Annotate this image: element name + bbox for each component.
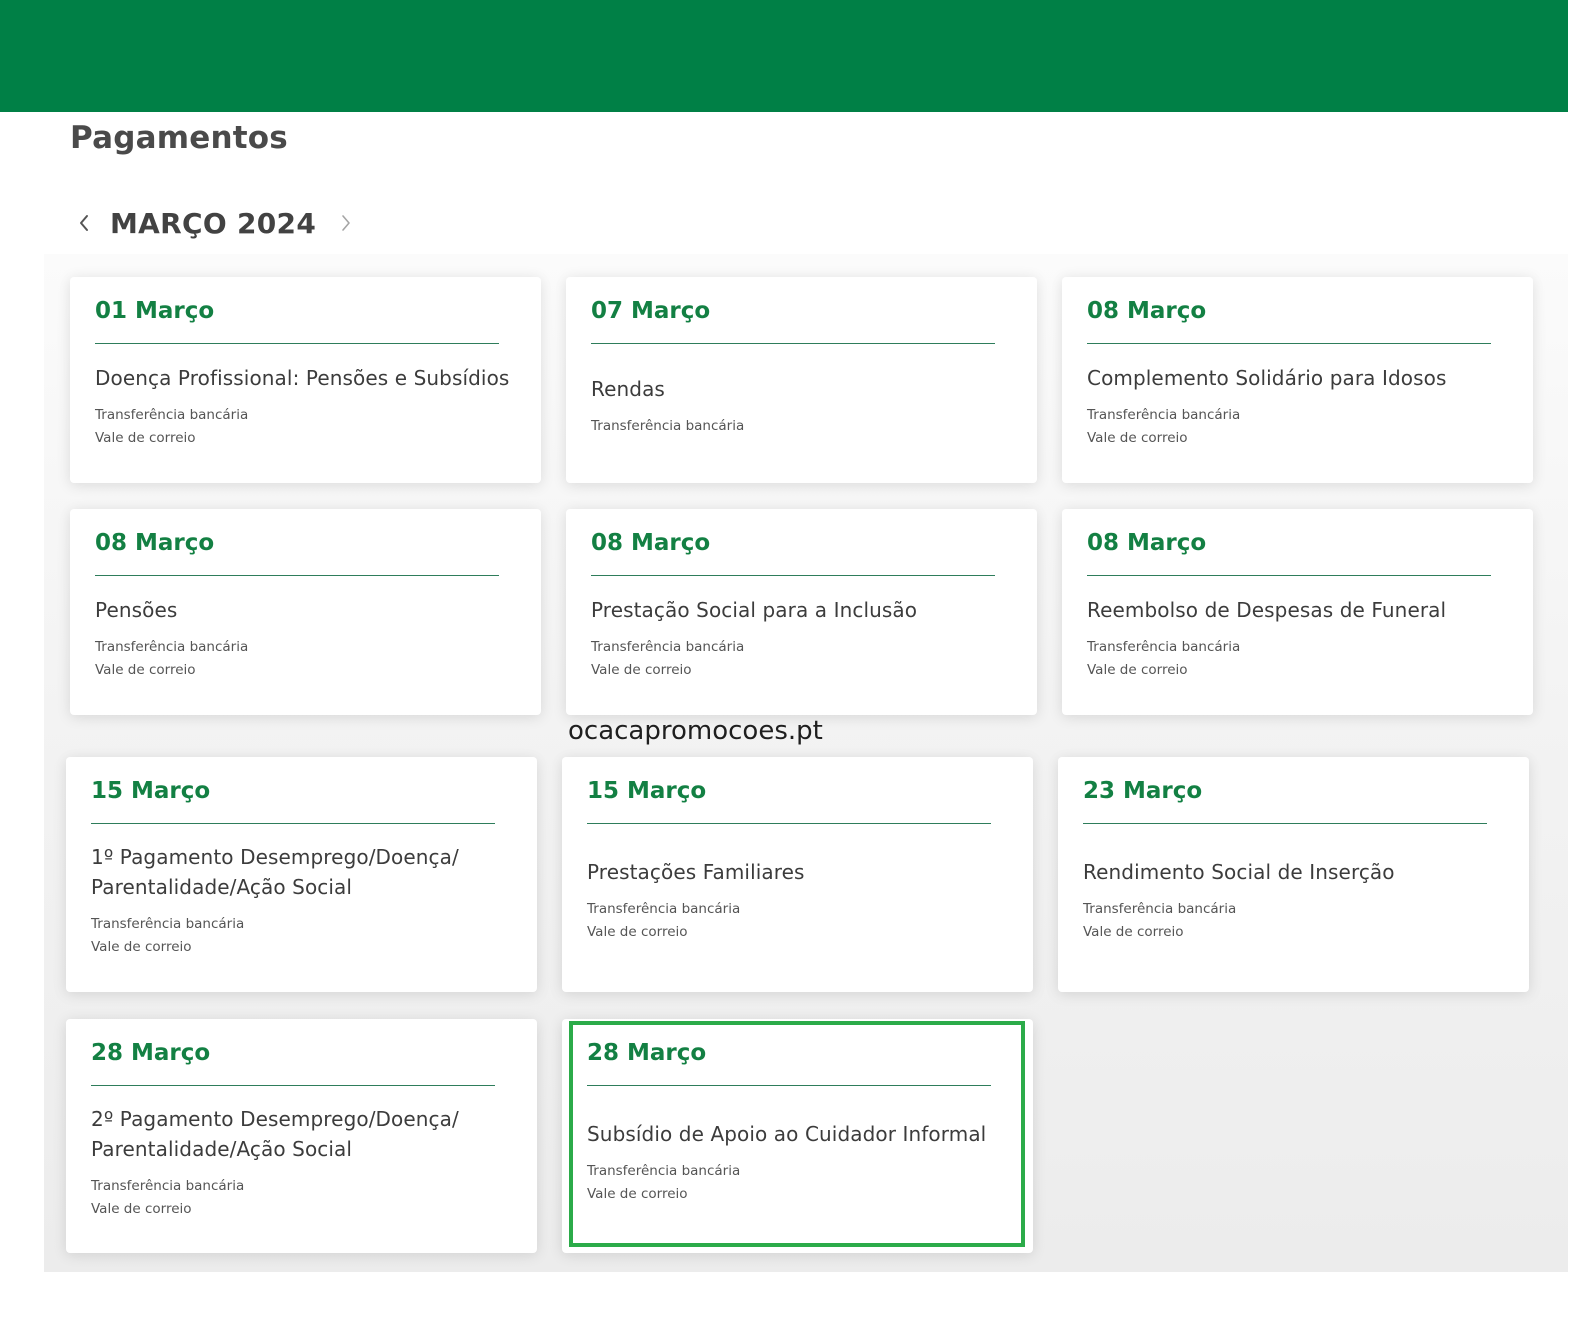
card-title-line: Subsídio de Apoio ao Cuidador Informal	[587, 1121, 987, 1146]
card-title-line: Pensões	[95, 597, 178, 622]
month-navigation: MARÇO 2024	[70, 200, 358, 246]
payment-method: Transferência bancária	[95, 406, 249, 423]
payment-method: Transferência bancária	[95, 638, 249, 655]
payment-card[interactable]: 28 Março 2º Pagamento Desemprego/Doença/…	[66, 1019, 537, 1253]
payment-card[interactable]: 08 Março Reembolso de Despesas de Funera…	[1062, 509, 1533, 715]
card-divider	[1083, 823, 1487, 824]
payment-methods: Transferência bancária Vale de correio	[1083, 898, 1509, 944]
card-date: 08 Março	[95, 530, 215, 556]
payment-card[interactable]: 15 Março Prestações Familiares Transferê…	[562, 757, 1033, 992]
card-divider	[587, 1085, 991, 1086]
card-date: 01 Março	[95, 298, 215, 324]
card-title: 1º Pagamento Desemprego/Doença/ Parental…	[91, 842, 517, 902]
payment-method: Transferência bancária	[587, 1162, 741, 1179]
payment-methods: Transferência bancária Vale de correio	[591, 636, 1017, 682]
card-date: 28 Março	[91, 1040, 211, 1066]
watermark-text: ocacapromocoes.pt	[568, 716, 823, 746]
card-title-line: Rendas	[591, 377, 665, 401]
card-title-line: Doença Profissional: Pensões e Subsídios	[95, 365, 510, 390]
payment-methods: Transferência bancária Vale de correio	[587, 1160, 1013, 1206]
payment-methods: Transferência bancária Vale de correio	[95, 404, 521, 450]
card-title-line: Parentalidade/Ação Social	[91, 1136, 353, 1161]
current-month-label: MARÇO 2024	[110, 206, 317, 240]
card-date: 15 Março	[587, 778, 707, 804]
card-divider	[1087, 575, 1491, 576]
card-divider	[91, 823, 495, 824]
payment-methods: Transferência bancária Vale de correio	[91, 1175, 517, 1221]
card-title: Doença Profissional: Pensões e Subsídios	[95, 363, 521, 393]
card-title-line: 2º Pagamento Desemprego/Doença/	[91, 1106, 459, 1131]
card-date: 07 Março	[591, 298, 711, 324]
payment-card[interactable]: 28 Março Subsídio de Apoio ao Cuidador I…	[562, 1019, 1033, 1253]
card-title: Prestações Familiares	[587, 857, 1013, 887]
card-title: Rendas	[591, 374, 1017, 404]
chevron-right-icon[interactable]	[334, 211, 358, 235]
payment-method: Transferência bancária	[1083, 901, 1237, 917]
payment-methods: Transferência bancária Vale de correio	[91, 913, 517, 959]
card-title-line: Reembolso de Despesas de Funeral	[1087, 597, 1447, 622]
payment-method: Vale de correio	[91, 939, 192, 955]
card-title: 2º Pagamento Desemprego/Doença/ Parental…	[91, 1104, 517, 1164]
card-title: Subsídio de Apoio ao Cuidador Informal	[587, 1119, 1013, 1149]
card-title: Rendimento Social de Inserção	[1083, 857, 1509, 887]
card-divider	[587, 823, 991, 824]
payment-method: Vale de correio	[1087, 661, 1188, 678]
payment-method: Transferência bancária	[587, 901, 741, 917]
payment-method: Vale de correio	[1083, 924, 1184, 940]
payment-card[interactable]: 15 Março 1º Pagamento Desemprego/Doença/…	[66, 757, 537, 992]
card-divider	[95, 575, 499, 576]
payment-card[interactable]: 08 Março Pensões Transferência bancária …	[70, 509, 541, 715]
card-title: Prestação Social para a Inclusão	[591, 595, 1017, 625]
payment-method: Vale de correio	[91, 1200, 192, 1217]
card-divider	[591, 343, 995, 344]
card-title-line: Prestações Familiares	[587, 860, 805, 884]
payment-method: Vale de correio	[587, 1185, 688, 1202]
payment-methods: Transferência bancária Vale de correio	[95, 636, 521, 682]
card-date: 08 Março	[591, 530, 711, 556]
card-date: 08 Março	[1087, 530, 1207, 556]
card-date: 15 Março	[91, 778, 211, 804]
payment-method: Transferência bancária	[591, 638, 745, 655]
payment-method: Transferência bancária	[1087, 638, 1241, 655]
chevron-left-icon[interactable]	[72, 211, 96, 235]
card-divider	[1087, 343, 1491, 344]
payment-method: Transferência bancária	[91, 1177, 245, 1194]
card-date: 08 Março	[1087, 298, 1207, 324]
card-title: Complemento Solidário para Idosos	[1087, 363, 1513, 393]
payment-card[interactable]: 07 Março Rendas Transferência bancária	[566, 277, 1037, 483]
card-title-line: Parentalidade/Ação Social	[91, 875, 353, 899]
payment-methods: Transferência bancária Vale de correio	[1087, 404, 1513, 450]
card-date: 28 Março	[587, 1040, 707, 1066]
payment-methods: Transferência bancária	[591, 415, 1017, 438]
card-title-line: Complemento Solidário para Idosos	[1087, 365, 1447, 390]
payment-card[interactable]: 08 Março Complemento Solidário para Idos…	[1062, 277, 1533, 483]
card-divider	[591, 575, 995, 576]
top-header-bar	[0, 0, 1568, 112]
payment-method: Vale de correio	[95, 661, 196, 678]
card-divider	[91, 1085, 495, 1086]
payment-method: Transferência bancária	[1087, 406, 1241, 423]
payment-method: Vale de correio	[95, 429, 196, 446]
payment-card[interactable]: 23 Março Rendimento Social de Inserção T…	[1058, 757, 1529, 992]
payment-card[interactable]: 01 Março Doença Profissional: Pensões e …	[70, 277, 541, 483]
card-divider	[95, 343, 499, 344]
card-title-line: Prestação Social para a Inclusão	[591, 597, 918, 622]
payment-methods: Transferência bancária Vale de correio	[587, 898, 1013, 944]
card-title-line: Rendimento Social de Inserção	[1083, 860, 1395, 884]
payment-method: Vale de correio	[591, 661, 692, 678]
card-date: 23 Março	[1083, 778, 1203, 804]
payment-methods: Transferência bancária Vale de correio	[1087, 636, 1513, 682]
card-title: Reembolso de Despesas de Funeral	[1087, 595, 1513, 625]
payment-method: Vale de correio	[587, 924, 688, 940]
payment-method: Transferência bancária	[91, 916, 245, 932]
payment-method: Vale de correio	[1087, 429, 1188, 446]
payment-card[interactable]: 08 Março Prestação Social para a Inclusã…	[566, 509, 1037, 715]
card-title-line: 1º Pagamento Desemprego/Doença/	[91, 845, 459, 869]
card-title: Pensões	[95, 595, 521, 625]
page-title: Pagamentos	[70, 120, 288, 156]
payment-method: Transferência bancária	[591, 418, 745, 434]
